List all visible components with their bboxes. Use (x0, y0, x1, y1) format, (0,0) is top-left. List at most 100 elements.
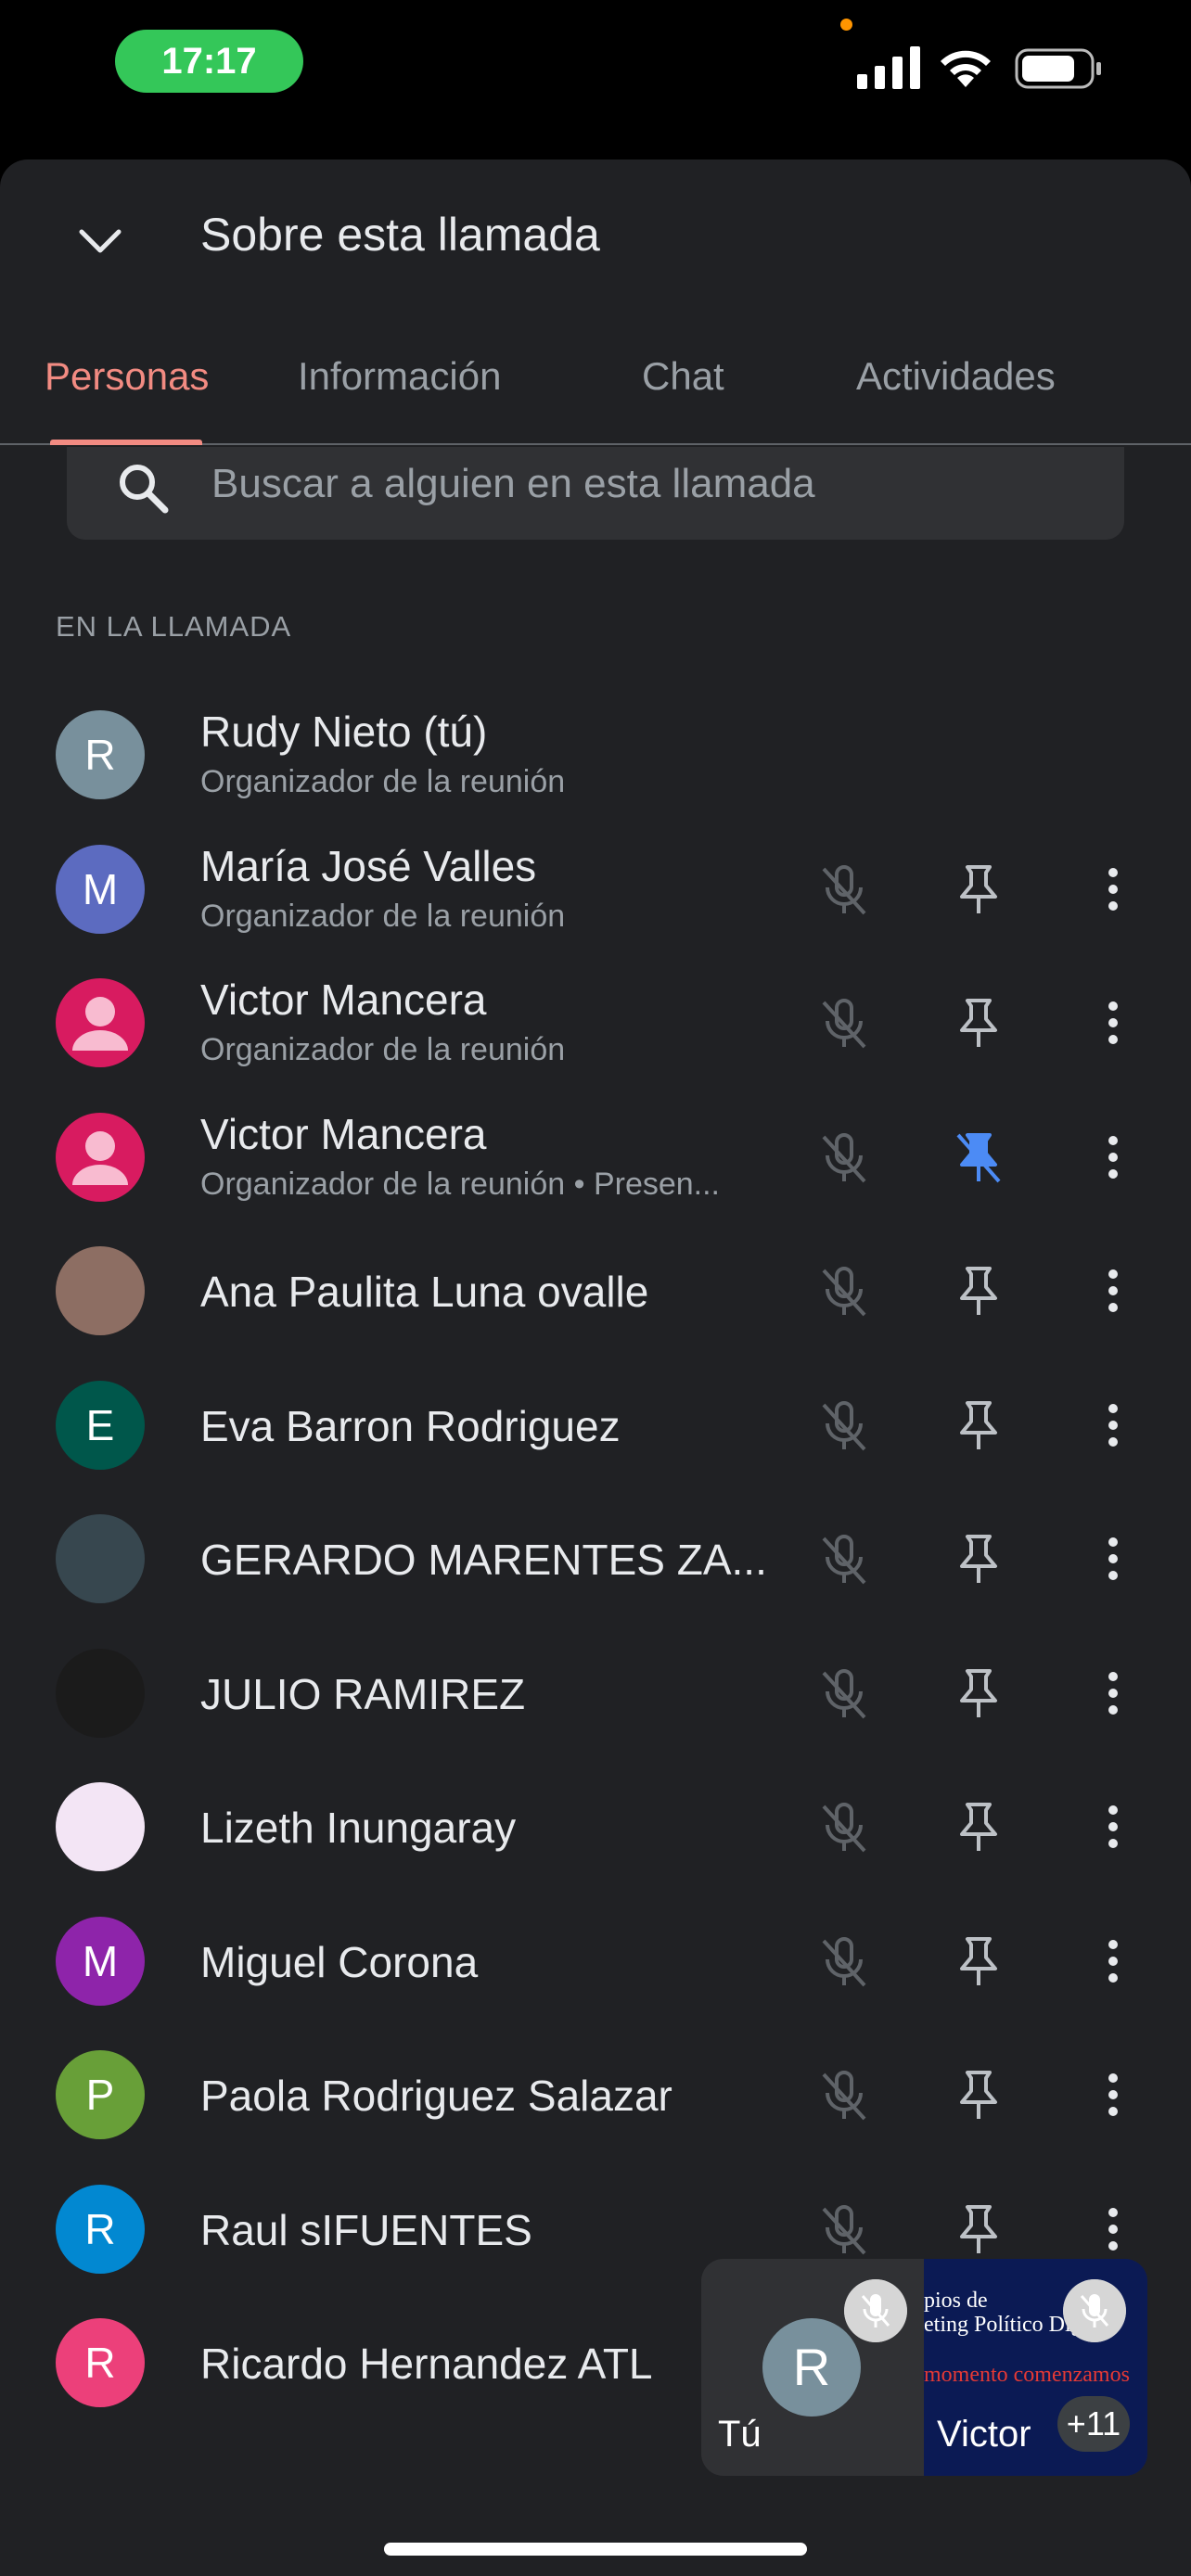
participant-row[interactable]: R Rudy Nieto (tú) Organizador de la reunió… (0, 688, 1191, 822)
tab-informacion[interactable]: Información (298, 354, 501, 399)
pin-icon[interactable] (949, 2200, 1008, 2259)
sheet-header: Sobre esta llamada (0, 159, 1191, 317)
participant-name: Victor Mancera (200, 976, 487, 1024)
more-options-icon[interactable] (1083, 1932, 1143, 1991)
participant-avatar: R (56, 2184, 145, 2274)
pin-icon[interactable] (949, 1932, 1008, 1991)
search-icon (120, 465, 169, 514)
participant-row[interactable]: M María José Valles Organizador de la reun… (0, 823, 1191, 956)
more-options-icon[interactable] (1083, 2200, 1143, 2259)
cellular-signal-icon (857, 46, 920, 89)
mic-off-icon[interactable] (814, 1128, 874, 1187)
mic-off-icon[interactable] (814, 2200, 874, 2259)
search-bar[interactable] (67, 447, 1124, 540)
home-indicator (384, 2543, 807, 2556)
self-tile[interactable]: R Tú (701, 2259, 924, 2476)
pin-icon[interactable] (949, 1529, 1008, 1588)
mic-off-icon[interactable] (814, 1932, 874, 1991)
participant-avatar (56, 1514, 145, 1603)
participant-name: JULIO RAMIREZ (200, 1669, 526, 1718)
participant-avatar (56, 1112, 145, 1202)
participant-role: Organizador de la reunión (200, 764, 566, 799)
unpin-icon[interactable] (949, 1128, 1008, 1187)
more-options-icon[interactable] (1083, 1128, 1143, 1187)
self-tile-label: Tú (718, 2414, 762, 2455)
participant-avatar: R (56, 710, 145, 799)
participant-name: Paola Rodriguez Salazar (200, 2072, 672, 2120)
active-tab-indicator (50, 440, 202, 445)
tab-personas[interactable]: Personas (45, 354, 209, 399)
more-options-icon[interactable] (1083, 1261, 1143, 1320)
mic-off-icon[interactable] (814, 1396, 874, 1455)
call-details-sheet: Sobre esta llamada Personas Información … (0, 159, 1191, 2576)
status-bar: 17:17 (0, 0, 1191, 139)
participant-name: GERARDO MARENTES ZA... (200, 1536, 767, 1584)
participant-avatar: E (56, 1380, 145, 1470)
pin-icon[interactable] (949, 860, 1008, 919)
pin-icon[interactable] (949, 2065, 1008, 2124)
participant-name: Victor Mancera (200, 1109, 487, 1158)
participant-row[interactable]: Lizeth Inungaray (0, 1760, 1191, 1894)
participant-name: Lizeth Inungaray (200, 1804, 517, 1852)
presenter-tile[interactable]: pios de eting Político Digital momento c… (924, 2259, 1147, 2476)
pin-icon[interactable] (949, 1396, 1008, 1455)
participant-name: María José Valles (200, 841, 537, 890)
slide-text-line-3: momento comenzamos (924, 2363, 1130, 2387)
mic-off-icon[interactable] (814, 860, 874, 919)
participant-row[interactable]: Victor Mancera Organizador de la reunión (0, 956, 1191, 1090)
more-options-icon[interactable] (1083, 860, 1143, 919)
participant-row[interactable]: P Paola Rodriguez Salazar (0, 2028, 1191, 2162)
participant-name: Eva Barron Rodriguez (200, 1401, 621, 1450)
status-time: 17:17 (115, 30, 303, 93)
mic-off-icon (844, 2279, 907, 2342)
pin-icon[interactable] (949, 993, 1008, 1052)
video-tiles-preview[interactable]: R Tú pios de eting Político Digital mome… (701, 2259, 1147, 2476)
more-options-icon[interactable] (1083, 1529, 1143, 1588)
participant-name: Rudy Nieto (tú) (200, 708, 488, 756)
participant-name: Ana Paulita Luna ovalle (200, 1268, 649, 1316)
participant-name: Ricardo Hernandez ATL (200, 2340, 653, 2388)
more-options-icon[interactable] (1083, 1797, 1143, 1856)
participant-row[interactable]: E Eva Barron Rodriguez (0, 1358, 1191, 1492)
participant-row[interactable]: GERARDO MARENTES ZA... (0, 1492, 1191, 1626)
participant-avatar: M (56, 1916, 145, 2006)
pin-icon[interactable] (949, 1261, 1008, 1320)
mic-off-icon[interactable] (814, 2065, 874, 2124)
mic-off-icon[interactable] (814, 993, 874, 1052)
participant-name: Raul sIFUENTES (200, 2205, 532, 2254)
more-options-icon[interactable] (1083, 993, 1143, 1052)
more-options-icon[interactable] (1083, 1664, 1143, 1723)
sheet-title: Sobre esta llamada (200, 209, 600, 261)
mic-off-icon[interactable] (814, 1664, 874, 1723)
mic-off-icon[interactable] (814, 1797, 874, 1856)
participant-avatar (56, 978, 145, 1067)
more-options-icon[interactable] (1083, 2065, 1143, 2124)
pin-icon[interactable] (949, 1664, 1008, 1723)
participant-avatar (56, 1246, 145, 1335)
participant-row[interactable]: Ana Paulita Luna ovalle (0, 1224, 1191, 1358)
participant-avatar (56, 1648, 145, 1738)
tab-chat[interactable]: Chat (642, 354, 724, 399)
participant-avatar: M (56, 844, 145, 934)
section-label-in-call: EN LA LLAMADA (56, 610, 292, 643)
pin-icon[interactable] (949, 1797, 1008, 1856)
participant-row[interactable]: JULIO RAMIREZ (0, 1626, 1191, 1760)
participant-avatar: P (56, 2050, 145, 2139)
mic-off-icon[interactable] (814, 1529, 874, 1588)
privacy-indicator-dot (840, 19, 852, 31)
participant-avatar: R (56, 2318, 145, 2407)
presenter-tile-label: Victor (937, 2414, 1031, 2455)
more-options-icon[interactable] (1083, 1396, 1143, 1455)
participant-row[interactable]: Victor Mancera Organizador de la reunión … (0, 1090, 1191, 1224)
participant-name: Miguel Corona (200, 1937, 479, 1986)
participant-role: Organizador de la reunión (200, 898, 566, 934)
self-avatar: R (762, 2318, 861, 2417)
slide-text-line-1: pios de (924, 2289, 988, 2313)
mic-off-icon[interactable] (814, 1261, 874, 1320)
search-input[interactable] (211, 447, 1102, 521)
participant-row[interactable]: M Miguel Corona (0, 1894, 1191, 2028)
battery-icon (1015, 48, 1101, 89)
tab-actividades[interactable]: Actividades (856, 354, 1056, 399)
chevron-down-icon[interactable] (74, 215, 126, 267)
others-count-badge: +11 (1057, 2396, 1130, 2452)
